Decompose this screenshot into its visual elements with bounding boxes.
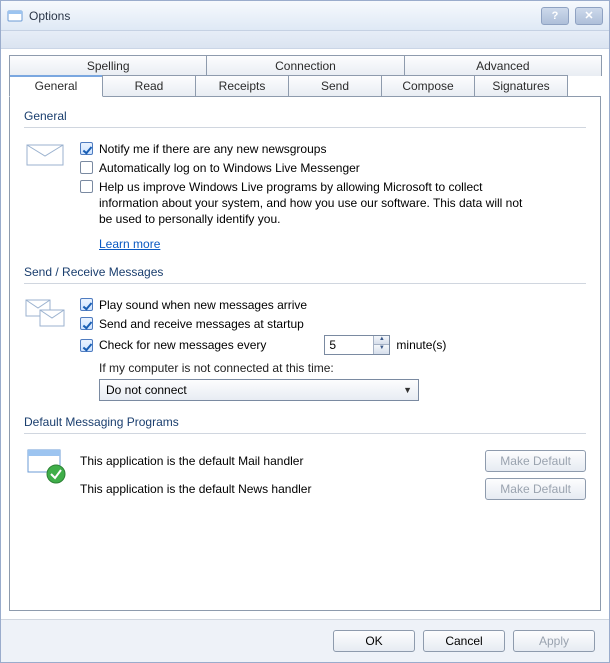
help-button[interactable]: ? — [541, 7, 569, 25]
offline-action-dropdown[interactable]: Do not connect ▼ — [99, 379, 419, 401]
label-play-sound: Play sound when new messages arrive — [99, 297, 307, 313]
minutes-input[interactable] — [325, 336, 373, 354]
dialog-footer: OK Cancel Apply — [1, 619, 609, 662]
tabs-row-lower: General Read Receipts Send Compose Signa… — [9, 75, 601, 96]
checkbox-autologon-messenger[interactable] — [80, 161, 93, 174]
divider — [24, 433, 586, 434]
default-program-icon — [24, 444, 70, 489]
tab-send[interactable]: Send — [288, 75, 382, 96]
minutes-spinner[interactable]: ▲ ▼ — [324, 335, 390, 355]
label-sendrecv-startup: Send and receive messages at startup — [99, 316, 304, 332]
chevron-down-icon: ▼ — [403, 385, 412, 395]
options-window: Options ? ✕ Spelling Connection Advanced… — [0, 0, 610, 663]
tab-read[interactable]: Read — [102, 75, 196, 96]
cancel-button[interactable]: Cancel — [423, 630, 505, 652]
apply-button[interactable]: Apply — [513, 630, 595, 652]
menubar-area — [1, 31, 609, 49]
window-title: Options — [29, 9, 541, 23]
tab-compose[interactable]: Compose — [381, 75, 475, 96]
label-notify-newsgroups: Notify me if there are any new newsgroup… — [99, 141, 326, 157]
tabs-row-upper: Spelling Connection Advanced — [9, 55, 601, 76]
checkbox-check-interval[interactable] — [80, 339, 93, 352]
section-send-receive: Send / Receive Messages Play sound when … — [24, 265, 586, 401]
section-default-programs: Default Messaging Programs This applicat… — [24, 415, 586, 506]
tab-connection[interactable]: Connection — [206, 55, 404, 76]
divider — [24, 283, 586, 284]
client-area: Spelling Connection Advanced General Rea… — [1, 49, 609, 619]
section-general: General Notify me if there are any new n… — [24, 109, 586, 251]
tab-spelling[interactable]: Spelling — [9, 55, 207, 76]
offline-action-value: Do not connect — [106, 383, 187, 397]
messages-icon — [24, 294, 70, 330]
label-help-improve: Help us improve Windows Live programs by… — [99, 179, 529, 227]
tab-general[interactable]: General — [9, 75, 103, 97]
ok-button[interactable]: OK — [333, 630, 415, 652]
close-button[interactable]: ✕ — [575, 7, 603, 25]
group-title-defaults: Default Messaging Programs — [24, 415, 586, 429]
tab-advanced[interactable]: Advanced — [404, 55, 602, 76]
link-learn-more[interactable]: Learn more — [99, 237, 160, 251]
checkbox-play-sound[interactable] — [80, 298, 93, 311]
group-title-sendrecv: Send / Receive Messages — [24, 265, 586, 279]
checkbox-help-improve[interactable] — [80, 180, 93, 193]
checkbox-sendrecv-startup[interactable] — [80, 317, 93, 330]
divider — [24, 127, 586, 128]
app-icon — [7, 8, 23, 24]
label-check-interval: Check for new messages every — [99, 338, 266, 352]
spin-up[interactable]: ▲ — [374, 336, 389, 345]
make-default-news-button[interactable]: Make Default — [485, 478, 586, 500]
label-autologon-messenger: Automatically log on to Windows Live Mes… — [99, 160, 360, 176]
titlebar: Options ? ✕ — [1, 1, 609, 31]
make-default-mail-button[interactable]: Make Default — [485, 450, 586, 472]
tab-signatures[interactable]: Signatures — [474, 75, 568, 96]
tab-receipts[interactable]: Receipts — [195, 75, 289, 96]
tab-panel-general: General Notify me if there are any new n… — [9, 96, 601, 611]
label-default-news: This application is the default News han… — [80, 482, 475, 496]
spin-down[interactable]: ▼ — [374, 345, 389, 354]
label-minutes: minute(s) — [396, 338, 446, 352]
checkbox-notify-newsgroups[interactable] — [80, 142, 93, 155]
label-offline: If my computer is not connected at this … — [99, 361, 586, 375]
label-default-mail: This application is the default Mail han… — [80, 454, 475, 468]
group-title-general: General — [24, 109, 586, 123]
envelope-icon — [24, 138, 70, 170]
